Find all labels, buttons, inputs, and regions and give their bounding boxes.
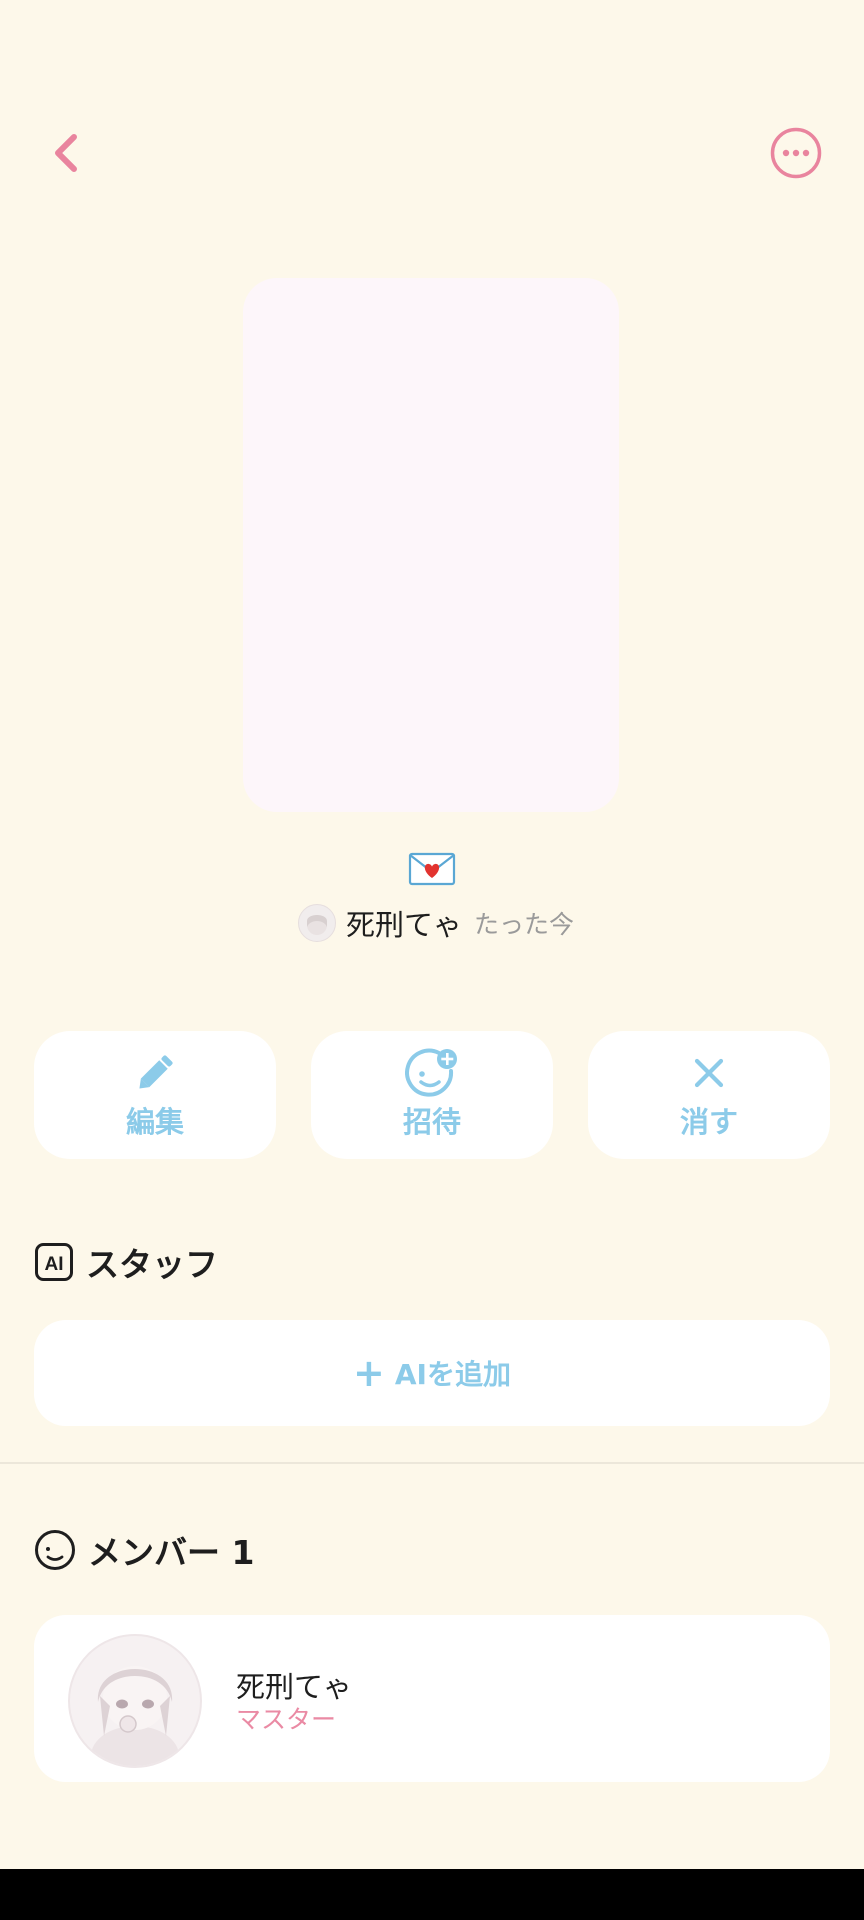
plus-icon: + xyxy=(353,1351,385,1395)
invite-face-plus-icon xyxy=(405,1048,459,1097)
svg-text:AI: AI xyxy=(45,1254,64,1275)
author-avatar[interactable] xyxy=(298,904,336,942)
member-role: マスター xyxy=(236,1705,337,1734)
system-navigation-bar xyxy=(0,1869,864,1920)
staff-title: スタッフ xyxy=(86,1245,218,1284)
delete-button[interactable]: 消す xyxy=(588,1031,830,1159)
invite-label: 招待 xyxy=(402,1105,461,1139)
pencil-icon xyxy=(133,1049,177,1097)
section-divider xyxy=(0,1462,864,1464)
member-avatar[interactable] xyxy=(68,1634,202,1768)
more-options-button[interactable] xyxy=(770,127,822,179)
members-section-header: メンバー 1 xyxy=(34,1528,254,1572)
love-letter-icon xyxy=(408,852,456,886)
members-title: メンバー 1 xyxy=(88,1533,255,1572)
staff-section-header: AI スタッフ xyxy=(34,1240,218,1284)
author-name[interactable]: 死刑てゃ xyxy=(346,902,462,944)
card-preview[interactable] xyxy=(243,278,619,812)
more-horizontal-icon xyxy=(770,127,822,179)
invite-button[interactable]: 招待 xyxy=(311,1031,553,1159)
add-ai-button[interactable]: + AIを追加 xyxy=(34,1320,830,1426)
chevron-left-icon xyxy=(55,134,77,172)
post-author-row: 死刑てゃ たった今 xyxy=(298,902,574,944)
add-ai-label: AIを追加 xyxy=(394,1358,511,1391)
close-icon xyxy=(691,1049,727,1097)
edit-button[interactable]: 編集 xyxy=(34,1031,276,1159)
edit-label: 編集 xyxy=(125,1105,184,1139)
back-button[interactable] xyxy=(40,125,96,181)
post-timestamp: たった今 xyxy=(474,910,575,939)
ai-icon: AI xyxy=(35,1243,73,1281)
smile-icon xyxy=(35,1530,75,1570)
delete-label: 消す xyxy=(679,1105,738,1139)
